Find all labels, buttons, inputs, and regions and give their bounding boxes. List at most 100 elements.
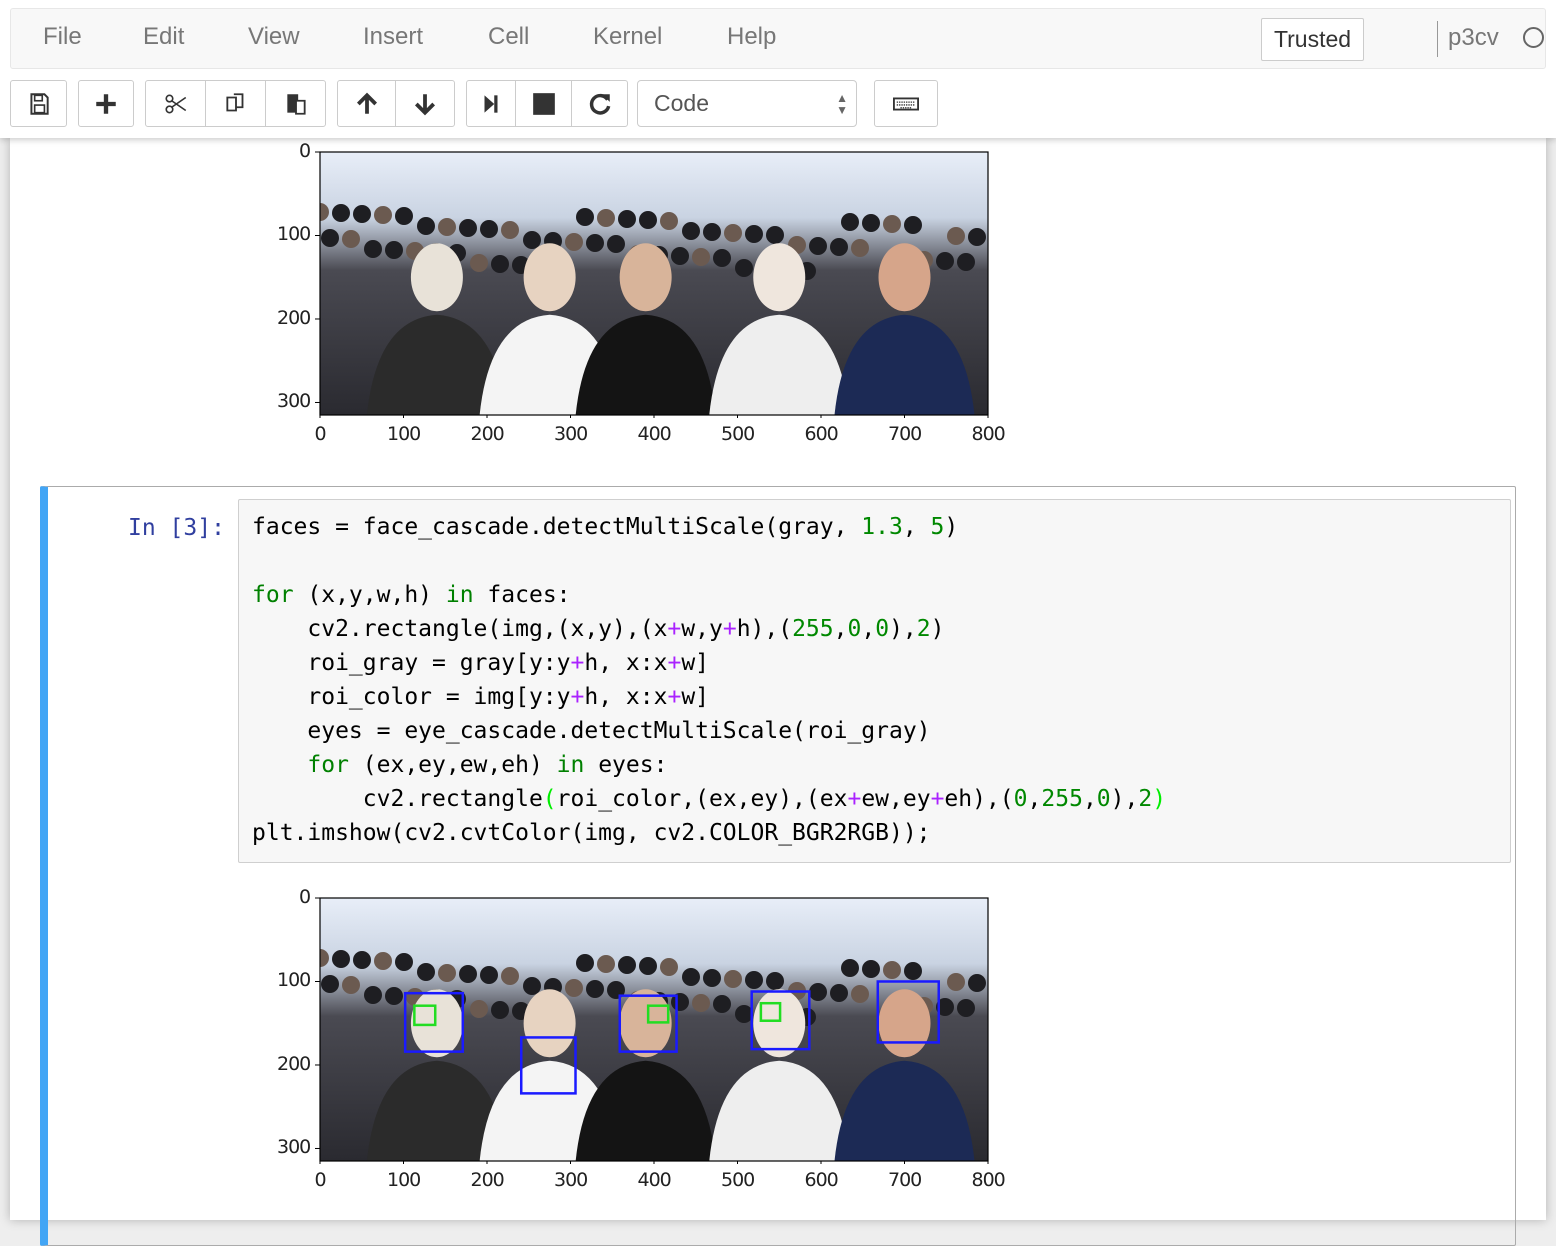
code-token: + bbox=[667, 616, 682, 642]
code-token: in bbox=[556, 752, 585, 778]
menu-file[interactable]: File bbox=[43, 23, 82, 51]
code-token: ew,ey bbox=[861, 786, 931, 812]
x-tick-label: 700 bbox=[888, 423, 922, 445]
refresh-icon bbox=[589, 93, 610, 115]
stop-icon bbox=[532, 92, 555, 115]
cut-button[interactable] bbox=[145, 80, 206, 127]
insert-cell-button[interactable] bbox=[78, 80, 134, 127]
code-token: plt.imshow(cv2.cvtColor(img, cv2.COLOR_B… bbox=[252, 820, 931, 846]
code-token: ), bbox=[1110, 786, 1139, 812]
menu-insert[interactable]: Insert bbox=[363, 23, 423, 51]
code-token: + bbox=[722, 616, 737, 642]
menu-edit[interactable]: Edit bbox=[143, 23, 184, 51]
x-tick-label: 200 bbox=[470, 423, 505, 445]
code-token: 2 bbox=[1138, 786, 1153, 812]
output-image-plot: 0 100 200 300 400 500 600 700 800 0 100 200 300 bbox=[260, 138, 1020, 458]
command-palette-button[interactable] bbox=[874, 80, 938, 127]
code-token: h, x:x bbox=[584, 684, 668, 710]
code-token: ), bbox=[889, 616, 917, 642]
code-token: 0 bbox=[1096, 786, 1111, 812]
code-token: w,y bbox=[681, 616, 723, 642]
menu-kernel[interactable]: Kernel bbox=[593, 23, 662, 51]
restart-button[interactable] bbox=[571, 80, 628, 127]
code-token: + bbox=[930, 786, 945, 812]
code-token: cv2.rectangle bbox=[252, 786, 543, 812]
code-line: for (x,y,w,h) in faces: bbox=[252, 578, 1497, 612]
code-token: + bbox=[667, 650, 682, 676]
paste-icon bbox=[286, 93, 306, 115]
menu-view[interactable]: View bbox=[248, 23, 300, 51]
code-token: , bbox=[1027, 786, 1042, 812]
code-token: , bbox=[1082, 786, 1097, 812]
code-token: , bbox=[902, 514, 931, 540]
x-tick-label: 0 bbox=[314, 423, 327, 445]
notebook-container: 0 100 200 300 400 500 600 700 800 0 100 200 300 In [… bbox=[10, 138, 1546, 1246]
x-tick-label: 600 bbox=[804, 1169, 839, 1191]
x-tick-label: 100 bbox=[387, 1169, 421, 1191]
code-token: w] bbox=[681, 650, 710, 676]
code-token: 0 bbox=[847, 616, 862, 642]
code-token: 255 bbox=[1041, 786, 1083, 812]
code-token: 0 bbox=[1013, 786, 1028, 812]
x-tick-label: 300 bbox=[554, 1169, 588, 1191]
move-down-button[interactable] bbox=[395, 80, 455, 127]
code-token: ) bbox=[930, 616, 945, 642]
trusted-indicator[interactable]: Trusted bbox=[1261, 18, 1364, 61]
x-tick-label: 400 bbox=[637, 423, 672, 445]
cell-type-select[interactable]: Code ▲ ▼ bbox=[637, 80, 857, 127]
run-button[interactable] bbox=[466, 80, 516, 127]
y-tick-label: 100 bbox=[277, 969, 311, 992]
code-token: in bbox=[445, 582, 474, 608]
y-tick-label: 200 bbox=[277, 306, 311, 329]
kernel-name[interactable]: p3cv bbox=[1437, 21, 1499, 57]
code-token: roi_color,(ex,ey),(ex bbox=[556, 786, 848, 812]
x-tick-label: 400 bbox=[637, 1169, 672, 1191]
code-token: , bbox=[833, 616, 848, 642]
code-line: faces = face_cascade.detectMultiScale(gr… bbox=[252, 510, 1497, 544]
x-tick-label: 0 bbox=[314, 1169, 327, 1191]
step-forward-icon bbox=[484, 94, 498, 113]
menu-help[interactable]: Help bbox=[727, 23, 776, 51]
y-tick-label: 300 bbox=[277, 390, 311, 413]
y-tick-label: 0 bbox=[299, 886, 311, 908]
x-tick-label: 700 bbox=[888, 1169, 922, 1191]
code-token: cv2.rectangle(img,(x,y),(x bbox=[252, 616, 668, 642]
move-up-button[interactable] bbox=[337, 80, 396, 127]
code-token: faces = face_cascade.detectMultiScale(gr… bbox=[252, 514, 862, 540]
input-prompt: In [3]: bbox=[128, 515, 225, 541]
notebook-header: File Edit View Insert Cell Kernel Help T… bbox=[0, 0, 1556, 138]
image-axes bbox=[315, 151, 989, 418]
menu-cell[interactable]: Cell bbox=[488, 23, 529, 51]
paste-button[interactable] bbox=[265, 80, 326, 127]
code-token: faces: bbox=[473, 582, 571, 608]
code-token: ( bbox=[542, 786, 557, 812]
code-token: 5 bbox=[930, 514, 945, 540]
select-arrows-icon: ▲ ▼ bbox=[836, 90, 848, 117]
code-line: eyes = eye_cascade.detectMultiScale(roi_… bbox=[252, 714, 1497, 748]
interrupt-button[interactable] bbox=[515, 80, 572, 127]
y-tick-label: 0 bbox=[299, 140, 311, 162]
code-token: eyes = eye_cascade.detectMultiScale(roi_… bbox=[252, 718, 931, 744]
code-token: + bbox=[570, 650, 585, 676]
x-tick-label: 800 bbox=[971, 1169, 1006, 1191]
output-image-plot-detected: 0 100 200 300 400 500 600 700 800 0 100 200 300 bbox=[260, 884, 1020, 1204]
menubar: File Edit View Insert Cell Kernel Help T… bbox=[10, 8, 1546, 69]
scissors-icon bbox=[164, 94, 186, 113]
x-tick-label: 600 bbox=[804, 423, 839, 445]
x-tick-label: 500 bbox=[721, 1169, 755, 1191]
code-token: roi_color = img[y:y bbox=[252, 684, 571, 710]
copy-icon bbox=[225, 92, 243, 111]
code-token: eh),( bbox=[944, 786, 1014, 812]
code-cell-selected[interactable]: In [3]: faces = face_cascade.detectMulti… bbox=[40, 486, 1516, 1246]
kernel-idle-icon bbox=[1523, 27, 1544, 48]
copy-button[interactable] bbox=[205, 80, 266, 127]
x-tick-label: 200 bbox=[470, 1169, 505, 1191]
code-token: for bbox=[307, 752, 349, 778]
code-editor[interactable]: faces = face_cascade.detectMultiScale(gr… bbox=[238, 499, 1511, 863]
code-line: for (ex,ey,ew,eh) in eyes: bbox=[252, 748, 1497, 782]
save-button[interactable] bbox=[10, 80, 67, 127]
code-token: w] bbox=[681, 684, 710, 710]
code-line: roi_gray = gray[y:y+h, x:x+w] bbox=[252, 646, 1497, 680]
code-token: ) bbox=[1152, 786, 1167, 812]
code-line: cv2.rectangle(roi_color,(ex,ey),(ex +ew,e… bbox=[252, 782, 1497, 816]
